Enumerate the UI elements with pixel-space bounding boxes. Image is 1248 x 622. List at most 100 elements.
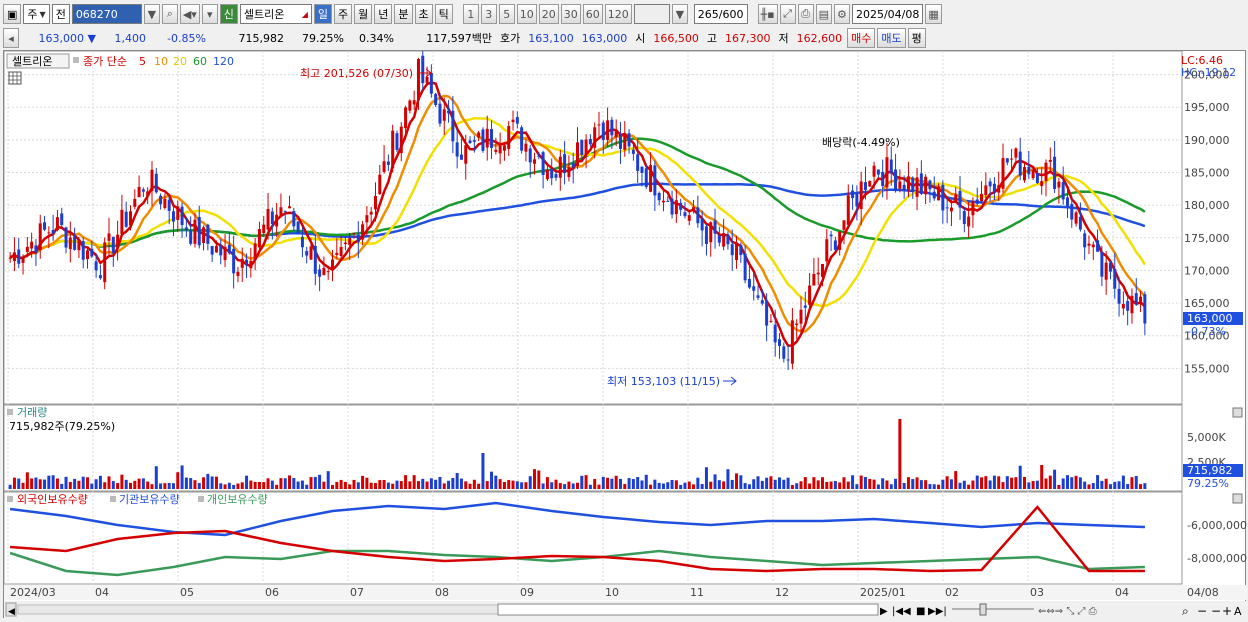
tab-interval-week[interactable]: 주 bbox=[334, 4, 353, 24]
new-badge[interactable]: 신 bbox=[219, 4, 238, 24]
legend-individual[interactable]: 개인보유수량 bbox=[207, 493, 268, 506]
ma-legend-10[interactable]: 10 bbox=[154, 55, 168, 68]
volume-bar bbox=[507, 480, 511, 489]
candle-body bbox=[954, 194, 958, 203]
minute-unit-20[interactable]: 20 bbox=[538, 4, 559, 24]
candle-body bbox=[816, 272, 820, 275]
ma-legend-5[interactable]: 5 bbox=[139, 55, 146, 68]
tool-icons[interactable]: ⇐⇔⇒ ⤡ ⤢ ⎙ bbox=[1038, 606, 1097, 617]
candle-body bbox=[1104, 262, 1108, 280]
candle-body bbox=[1096, 240, 1100, 252]
holding-panel-frame bbox=[3, 491, 1183, 585]
nav-stop-icon[interactable]: ■ bbox=[916, 606, 925, 617]
save-icon[interactable]: ▤ bbox=[815, 4, 832, 24]
candle-body bbox=[352, 232, 356, 234]
candle-type-icon[interactable]: ╫▪ bbox=[757, 4, 778, 24]
volume-bar bbox=[1035, 480, 1039, 489]
trade-amount: 117,597백만 bbox=[426, 32, 492, 45]
gear-icon[interactable]: ⚙ bbox=[833, 4, 850, 24]
volume-bar bbox=[816, 480, 820, 489]
legend-institution[interactable]: 기관보유수량 bbox=[119, 493, 180, 506]
stock-name-field[interactable]: 셀트리온 ◢ bbox=[239, 4, 312, 24]
volume-bar bbox=[558, 483, 562, 489]
buy-button[interactable]: 매수 bbox=[847, 28, 876, 48]
candle-body bbox=[790, 320, 794, 364]
table-icon[interactable] bbox=[8, 71, 22, 85]
tab-interval-second[interactable]: 초 bbox=[414, 4, 433, 24]
stock-code-input[interactable]: 068270 bbox=[71, 4, 142, 24]
volume-bar bbox=[945, 476, 949, 489]
ma-legend-120[interactable]: 120 bbox=[213, 55, 234, 68]
minus-icon[interactable]: − bbox=[1211, 604, 1221, 618]
tab-interval-month[interactable]: 월 bbox=[354, 4, 373, 24]
holding-tick-6m: -6,000,000 bbox=[1187, 519, 1247, 532]
minute-unit-3[interactable]: 3 bbox=[480, 4, 497, 24]
candle-body bbox=[571, 163, 575, 168]
minute-unit-60[interactable]: 60 bbox=[582, 4, 603, 24]
ma-legend-60[interactable]: 60 bbox=[193, 55, 207, 68]
period-type-select[interactable]: 전 bbox=[51, 4, 70, 24]
market-select[interactable]: 주 ▼ bbox=[23, 4, 50, 24]
minute-unit-30[interactable]: 30 bbox=[560, 4, 581, 24]
volume-bar bbox=[949, 479, 953, 489]
zoom-slider-handle[interactable] bbox=[979, 603, 987, 616]
calendar-icon[interactable]: ▦ bbox=[925, 4, 942, 24]
volume-bar bbox=[288, 475, 292, 489]
arrow-down-icon[interactable]: ▾ bbox=[201, 4, 218, 24]
tab-interval-year[interactable]: 년 bbox=[374, 4, 393, 24]
volume-title[interactable]: 거래량 bbox=[17, 406, 47, 419]
zoom-out-icon[interactable]: − bbox=[1197, 604, 1207, 618]
high-label: 고 bbox=[706, 32, 717, 45]
chart-area[interactable]: 셀트리온 종가 단순 5 10 20 60 120 LC:6.46 HC:-19… bbox=[3, 40, 1247, 619]
tab-interval-day[interactable]: 일 bbox=[313, 4, 333, 24]
custom-unit-input[interactable] bbox=[633, 4, 670, 24]
candle-body bbox=[829, 234, 833, 237]
holding-panel-close-icon[interactable] bbox=[1232, 493, 1243, 504]
volume-bar bbox=[356, 482, 360, 489]
candle-body bbox=[558, 156, 562, 178]
volume-bar bbox=[481, 453, 485, 489]
candle-body bbox=[485, 128, 489, 148]
plus-icon[interactable]: + bbox=[1222, 604, 1232, 618]
nav-last-icon[interactable]: ▶▶| bbox=[928, 606, 947, 617]
code-dropdown-icon[interactable]: ▼ bbox=[143, 4, 160, 24]
candle-body bbox=[541, 152, 545, 175]
custom-unit-dropdown-icon[interactable]: ▼ bbox=[671, 4, 688, 24]
date-field[interactable]: 2025/04/08 bbox=[851, 4, 924, 24]
magnifier-icon[interactable]: ⌕ bbox=[1182, 604, 1189, 618]
data-count-field[interactable]: 265/600 bbox=[693, 4, 748, 24]
scroll-thumb[interactable] bbox=[497, 603, 879, 616]
candle-body bbox=[563, 154, 567, 174]
sell-button[interactable]: 매도 bbox=[877, 28, 906, 48]
volume-bar bbox=[782, 479, 786, 489]
ma-legend-20[interactable]: 20 bbox=[173, 55, 187, 68]
volume-bar bbox=[1018, 465, 1022, 489]
legend-foreign[interactable]: 외국인보유수량 bbox=[17, 493, 88, 506]
search-icon[interactable]: ⌕ bbox=[161, 4, 178, 24]
speaker-icon[interactable]: ◀▾ bbox=[179, 4, 200, 24]
tab-interval-minute[interactable]: 분 bbox=[394, 4, 413, 24]
volume-bar bbox=[1078, 477, 1082, 489]
print-icon[interactable]: ⎙ bbox=[797, 4, 814, 24]
ma-legend-title[interactable]: 종가 단순 bbox=[83, 55, 127, 68]
volume-bar bbox=[541, 483, 545, 489]
scroll-track[interactable] bbox=[17, 604, 499, 615]
tab-interval-tick[interactable]: 틱 bbox=[434, 4, 453, 24]
minute-unit-120[interactable]: 120 bbox=[604, 4, 632, 24]
volume-bar bbox=[524, 482, 528, 489]
minute-unit-1[interactable]: 1 bbox=[462, 4, 479, 24]
drawing-tool-icon[interactable]: ⤢ bbox=[779, 4, 796, 24]
font-size-icon[interactable]: A bbox=[1234, 605, 1242, 618]
candle-body bbox=[782, 346, 786, 359]
chart-svg[interactable]: 셀트리온 종가 단순 5 10 20 60 120 LC:6.46 HC:-19… bbox=[3, 40, 1247, 619]
volume-bar bbox=[567, 481, 571, 489]
volume-bar bbox=[86, 477, 90, 489]
scroll-right-icon[interactable]: ▶ bbox=[880, 606, 888, 617]
collapse-icon[interactable]: ◂ bbox=[3, 28, 19, 48]
volume-panel-close-icon[interactable] bbox=[1232, 407, 1243, 418]
chart-menu-icon[interactable]: ▣ bbox=[3, 4, 22, 24]
minute-unit-10[interactable]: 10 bbox=[516, 4, 537, 24]
minute-unit-5[interactable]: 5 bbox=[498, 4, 515, 24]
eval-button[interactable]: 평 bbox=[907, 28, 926, 48]
nav-first-icon[interactable]: |◀◀ bbox=[892, 606, 911, 617]
